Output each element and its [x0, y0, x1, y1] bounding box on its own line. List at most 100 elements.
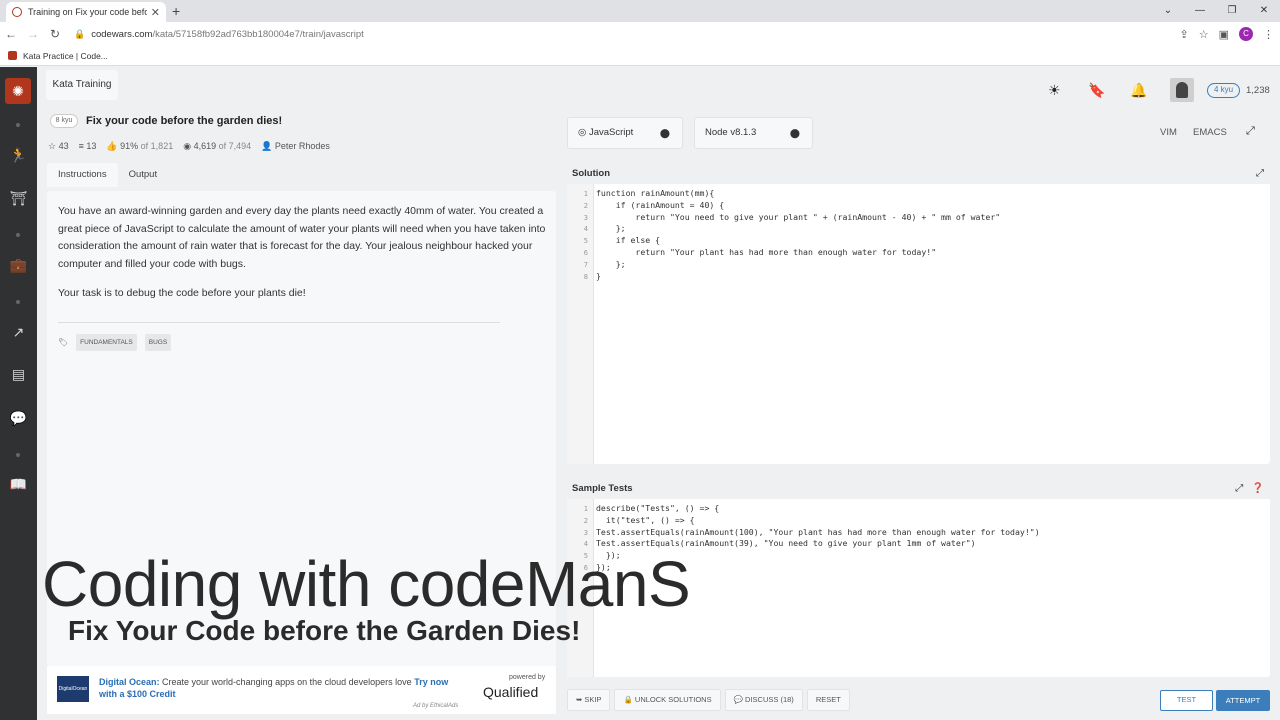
ethical-ads-label: Ad by EthicalAds	[413, 703, 459, 709]
code-line[interactable]: 5 if else {	[567, 235, 1000, 247]
reload-icon[interactable]: ↻	[44, 27, 66, 41]
user-honor: 1,238	[1246, 85, 1270, 96]
docs-book-icon[interactable]: 📖	[0, 476, 37, 493]
reset-button[interactable]: RESET	[806, 689, 850, 711]
side-panel-icon[interactable]: ▣	[1219, 28, 1229, 41]
dojo-icon[interactable]: ⛩	[0, 190, 37, 207]
code-line[interactable]: 1 function rainAmount(mm){	[567, 188, 1000, 200]
tag-bugs[interactable]: BUGS	[144, 334, 172, 351]
tab-instructions[interactable]: Instructions	[47, 163, 118, 187]
unlock-label: UNLOCK SOLUTIONS	[634, 695, 712, 704]
close-tab-icon[interactable]: ✕	[151, 6, 160, 19]
expand-and-help-icons[interactable]: ⤢ ❓	[1235, 479, 1264, 499]
completed-icon: ◉	[183, 141, 192, 151]
unlock-solutions-button[interactable]: 🔒 UNLOCK SOLUTIONS	[614, 689, 721, 711]
kata-rank-badge: 8 kyu	[50, 114, 78, 128]
discord-icon[interactable]: ▤	[0, 366, 37, 383]
tab-search-icon[interactable]: ⌄	[1152, 0, 1184, 22]
minimize-icon[interactable]: —	[1184, 0, 1216, 22]
test-button[interactable]: TEST	[1160, 690, 1213, 711]
code-text: return "Your plant has had more than eno…	[596, 246, 937, 257]
notifications-bell-icon[interactable]: 🔔	[1130, 82, 1147, 99]
code-line[interactable]: 1 describe("Tests", () => {	[567, 503, 1040, 515]
back-icon[interactable]: ←	[0, 27, 22, 41]
qualified-logo: Qualified	[483, 684, 539, 700]
restore-icon[interactable]: ❐	[1216, 0, 1248, 22]
forward-icon[interactable]: →	[22, 27, 44, 41]
version-select[interactable]: Node v8.1.3 ⬤	[694, 117, 813, 149]
code-line[interactable]: 3 return "You need to give your plant " …	[567, 212, 1000, 224]
skip-button[interactable]: ➥ SKIP	[567, 689, 611, 711]
powered-by-label: powered by	[509, 674, 546, 681]
kata-training-label[interactable]: Kata Training	[46, 70, 118, 100]
overlay-title: Coding with codeManS	[42, 548, 691, 620]
satisfaction-stat: 👍 91% of 1,821	[106, 141, 173, 152]
share-icon[interactable]: ⇪	[1180, 28, 1189, 41]
kata-tags: 🏷 FUNDAMENTALS BUGS	[58, 334, 172, 351]
browser-tab[interactable]: Training on Fix your code before ✕	[6, 2, 166, 22]
stars-stat[interactable]: ☆ 43	[48, 141, 69, 152]
fullscreen-icon[interactable]: ⤢	[1246, 125, 1255, 138]
collections-stat[interactable]: ≡ 13	[79, 141, 97, 152]
bookmark-icon[interactable]: 🔖	[1088, 82, 1105, 99]
sponsor-ad[interactable]: DigitalOcean Digital Ocean: Create your …	[47, 666, 556, 714]
code-line[interactable]: 6 return "Your plant has had more than e…	[567, 247, 1000, 259]
code-line[interactable]: 3 Test.assertEquals(rainAmount(100), "You…	[567, 527, 1040, 539]
code-line[interactable]: 8}	[567, 271, 1000, 283]
satisfaction-value: 91%	[120, 141, 139, 151]
chat-icon[interactable]: 💬	[0, 410, 37, 427]
lock-icon: 🔒	[74, 28, 86, 39]
skip-label: SKIP	[584, 695, 602, 704]
url-path: /kata/57158fb92ad763bb180004e7/train/jav…	[152, 28, 364, 40]
bookmark-favicon-icon	[8, 51, 17, 60]
profile-avatar[interactable]: C	[1239, 27, 1253, 41]
stars-count: 43	[58, 141, 69, 151]
code-line[interactable]: 7 };	[567, 259, 1000, 271]
url-field[interactable]: 🔒 codewars.com/kata/57158fb92ad763bb1800…	[74, 29, 364, 40]
emacs-mode-toggle[interactable]: EMACS	[1193, 127, 1227, 138]
theme-sun-icon[interactable]: ☀	[1048, 82, 1061, 99]
code-text: it("test", () => {	[596, 514, 695, 525]
code-text: return "You need to give your plant " + …	[596, 211, 1001, 222]
discuss-icon: 💬	[733, 695, 743, 704]
expand-icon[interactable]: ⤢	[1256, 164, 1264, 184]
attempt-button[interactable]: ATTEMPT	[1216, 690, 1270, 711]
collections-count: 13	[86, 141, 97, 151]
user-avatar[interactable]	[1170, 78, 1194, 102]
training-icon[interactable]: 🏃	[0, 147, 37, 164]
kata-title: Fix your code before the garden dies!	[86, 115, 283, 127]
sample-tests-title: Sample Tests	[572, 483, 633, 494]
language-select[interactable]: ◎ JavaScript ⬤	[567, 117, 683, 149]
solution-header: Solution ⤢	[567, 164, 1270, 184]
codewars-logo-icon[interactable]: ✺	[5, 78, 31, 104]
vim-mode-toggle[interactable]: VIM	[1160, 127, 1177, 138]
solution-editor[interactable]: Solution ⤢ 1 function rainAmount(mm){2 if…	[567, 164, 1270, 464]
code-text: if else {	[596, 235, 661, 246]
sidebar-dot	[16, 123, 20, 127]
bookmark-star-icon[interactable]: ☆	[1199, 28, 1209, 41]
star-icon: ☆	[48, 141, 57, 151]
ad-body: Create your world-changing apps on the c…	[162, 677, 412, 687]
language-icon: ◎	[578, 127, 587, 138]
browser-menu-icon[interactable]: ⋮	[1263, 28, 1274, 41]
collections-icon: ≡	[78, 141, 84, 151]
code-line[interactable]: 2 if (rainAmount = 40) {	[567, 200, 1000, 212]
window-controls: ⌄ — ❐ ✕	[1152, 0, 1280, 22]
tab-output[interactable]: Output	[118, 163, 169, 187]
thumbs-up-icon: 👍	[106, 141, 118, 151]
kata-stats: ☆ 43 ≡ 13 👍 91% of 1,821 ◉ 4,619 of 7,49…	[48, 141, 330, 152]
instruction-tabs: Instructions Output	[47, 163, 168, 187]
solution-code[interactable]: 1 function rainAmount(mm){2 if (rainAmoun…	[567, 188, 1000, 282]
code-line[interactable]: 2 it("test", () => {	[567, 515, 1040, 527]
bookmark-kata-practice[interactable]: Kata Practice | Code...	[23, 51, 108, 61]
briefcase-icon[interactable]: 💼	[0, 257, 37, 274]
code-line[interactable]: 4 };	[567, 223, 1000, 235]
author-stat[interactable]: 👤 Peter Rhodes	[261, 141, 330, 152]
new-tab-icon[interactable]: +	[172, 3, 180, 19]
bookmarks-bar: Kata Practice | Code...	[0, 46, 1280, 66]
discuss-button[interactable]: 💬 DISCUSS (18)	[724, 689, 803, 711]
discuss-label: DISCUSS (18)	[745, 695, 794, 704]
leaderboard-trend-icon[interactable]: ↗	[0, 324, 37, 341]
close-window-icon[interactable]: ✕	[1248, 0, 1280, 22]
tag-fundamentals[interactable]: FUNDAMENTALS	[76, 334, 137, 351]
